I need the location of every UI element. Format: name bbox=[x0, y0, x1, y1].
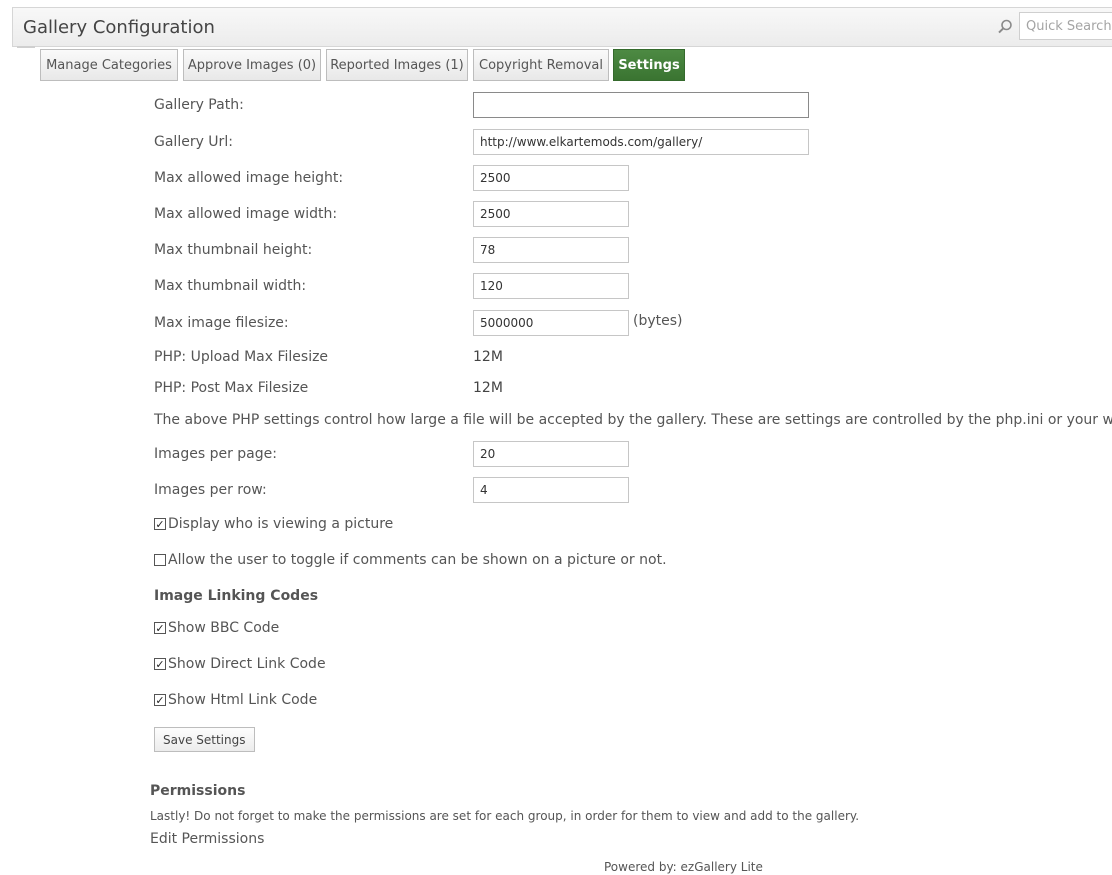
tab-divider bbox=[17, 46, 35, 48]
tab-approve-images[interactable]: Approve Images (0) bbox=[183, 49, 321, 81]
thumb-width-input[interactable] bbox=[473, 273, 629, 299]
gallery-url-label: Gallery Url: bbox=[154, 134, 233, 150]
bbc-code-label: Show BBC Code bbox=[168, 620, 280, 636]
display-viewing-label: Display who is viewing a picture bbox=[168, 516, 394, 532]
thumb-width-label: Max thumbnail width: bbox=[154, 278, 307, 294]
max-width-input[interactable] bbox=[473, 201, 629, 227]
search-icon[interactable] bbox=[996, 18, 1014, 36]
toggle-comments-option: Allow the user to toggle if comments can… bbox=[154, 552, 667, 568]
php-post-label: PHP: Post Max Filesize bbox=[154, 380, 309, 396]
bbc-code-checkbox[interactable]: ✓ bbox=[154, 622, 166, 634]
images-per-page-input[interactable] bbox=[473, 441, 629, 467]
gallery-path-label: Gallery Path: bbox=[154, 97, 244, 113]
permissions-text: Lastly! Do not forget to make the permis… bbox=[150, 809, 860, 823]
images-per-page-label: Images per page: bbox=[154, 446, 277, 462]
powered-by: Powered by: ezGallery Lite bbox=[604, 860, 763, 874]
php-upload-label: PHP: Upload Max Filesize bbox=[154, 349, 329, 365]
toggle-comments-label: Allow the user to toggle if comments can… bbox=[168, 552, 667, 568]
filesize-unit: (bytes) bbox=[633, 313, 683, 329]
php-settings-note: The above PHP settings control how large… bbox=[154, 412, 1112, 428]
image-linking-heading: Image Linking Codes bbox=[154, 588, 319, 604]
direct-link-checkbox[interactable]: ✓ bbox=[154, 658, 166, 670]
toggle-comments-checkbox[interactable] bbox=[154, 554, 166, 566]
max-height-input[interactable] bbox=[473, 165, 629, 191]
php-upload-value: 12M bbox=[473, 349, 503, 365]
display-viewing-option: ✓ Display who is viewing a picture bbox=[154, 516, 393, 532]
quick-search-input[interactable] bbox=[1019, 12, 1112, 40]
html-link-checkbox[interactable]: ✓ bbox=[154, 694, 166, 706]
tab-manage-categories[interactable]: Manage Categories bbox=[40, 49, 178, 81]
html-link-label: Show Html Link Code bbox=[168, 692, 318, 708]
tab-reported-images[interactable]: Reported Images (1) bbox=[326, 49, 468, 81]
tab-copyright-removal[interactable]: Copyright Removal bbox=[473, 49, 609, 81]
max-filesize-label: Max image filesize: bbox=[154, 315, 289, 331]
gallery-url-input[interactable] bbox=[473, 129, 809, 155]
max-height-label: Max allowed image height: bbox=[154, 170, 344, 186]
display-viewing-checkbox[interactable]: ✓ bbox=[154, 518, 166, 530]
thumb-height-input[interactable] bbox=[473, 237, 629, 263]
edit-permissions-link[interactable]: Edit Permissions bbox=[150, 831, 264, 847]
php-post-value: 12M bbox=[473, 380, 503, 396]
thumb-height-label: Max thumbnail height: bbox=[154, 242, 313, 258]
direct-link-label: Show Direct Link Code bbox=[168, 656, 326, 672]
images-per-row-input[interactable] bbox=[473, 477, 629, 503]
permissions-heading: Permissions bbox=[150, 783, 246, 799]
page-title: Gallery Configuration bbox=[23, 17, 215, 38]
direct-link-option: ✓ Show Direct Link Code bbox=[154, 656, 326, 672]
gallery-path-input[interactable] bbox=[473, 92, 809, 118]
max-filesize-input[interactable] bbox=[473, 310, 629, 336]
tab-settings[interactable]: Settings bbox=[613, 49, 685, 81]
html-link-option: ✓ Show Html Link Code bbox=[154, 692, 317, 708]
save-settings-button[interactable]: Save Settings bbox=[154, 727, 255, 752]
images-per-row-label: Images per row: bbox=[154, 482, 267, 498]
bbc-code-option: ✓ Show BBC Code bbox=[154, 620, 279, 636]
page-header: Gallery Configuration bbox=[12, 7, 1112, 47]
max-width-label: Max allowed image width: bbox=[154, 206, 338, 222]
